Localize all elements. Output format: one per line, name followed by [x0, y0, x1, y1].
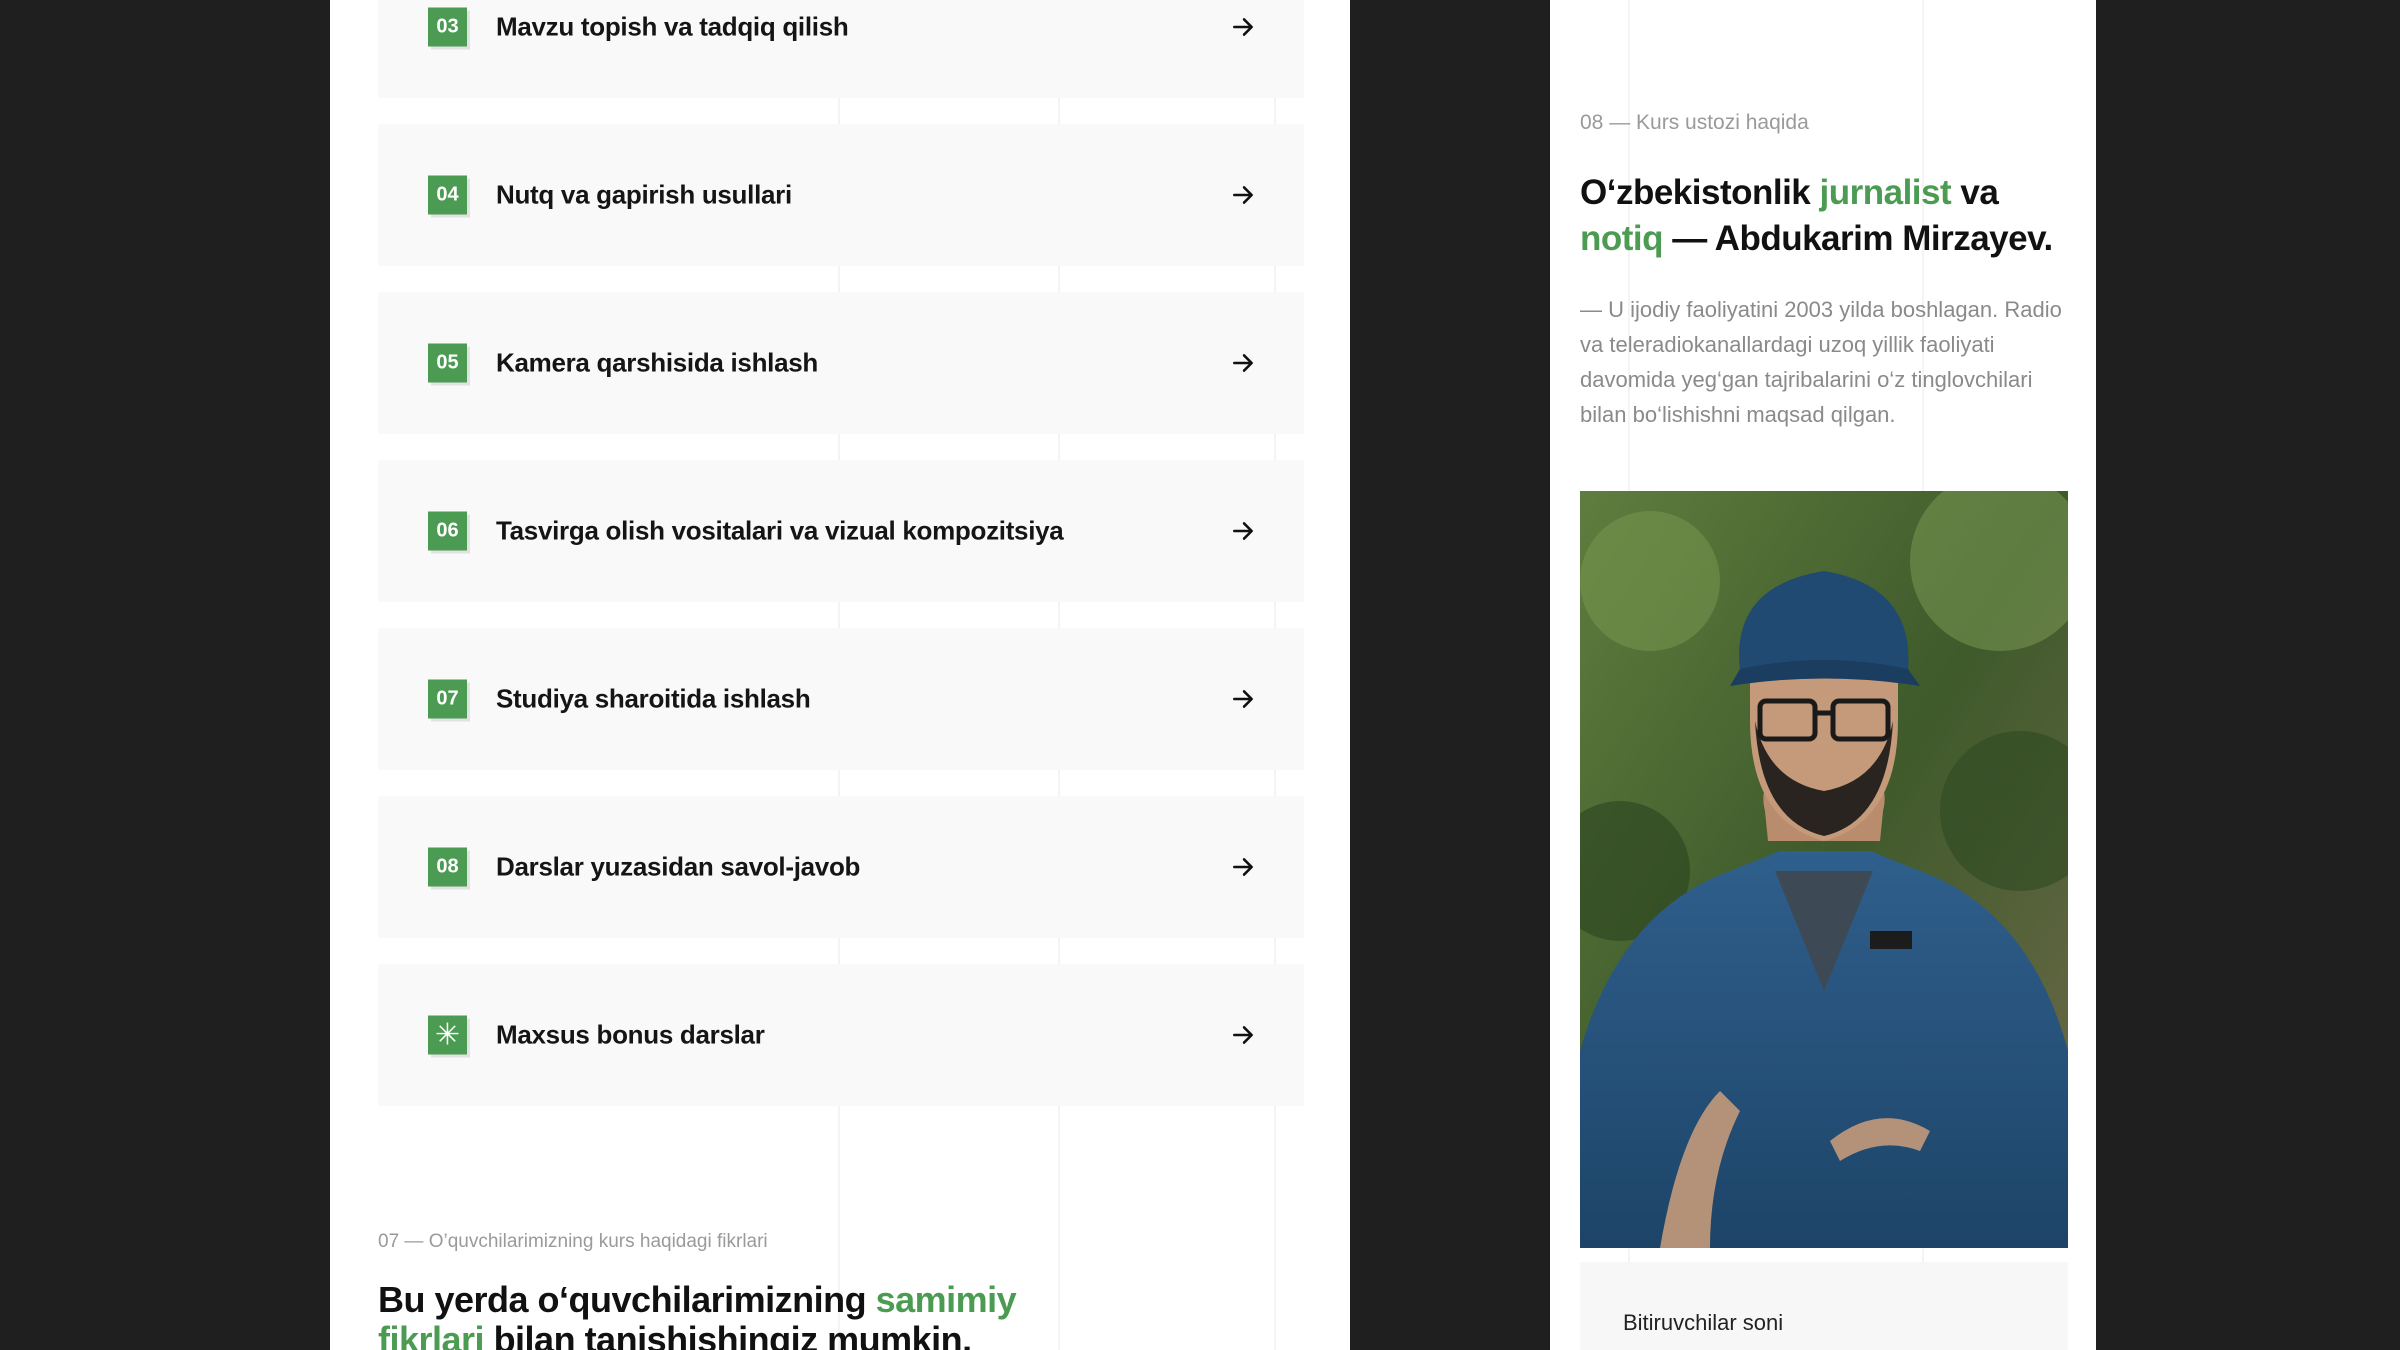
lesson-number-badge: 03: [428, 7, 467, 47]
lesson-title: Mavzu topish va tadqiq qilish: [496, 11, 849, 42]
lesson-title: Maxsus bonus darslar: [496, 1019, 765, 1050]
lesson-title: Tasvirga olish vositalari va vizual komp…: [496, 515, 1064, 546]
lesson-number-badge: 06: [428, 511, 467, 551]
lesson-list: 03 Mavzu topish va tadqiq qilish 04 Nutq…: [378, 0, 1304, 1132]
lesson-number-badge: 05: [428, 343, 467, 383]
lesson-title: Darslar yuzasidan savol-javob: [496, 851, 861, 882]
course-program-panel: 03 Mavzu topish va tadqiq qilish 04 Nutq…: [330, 0, 1350, 1350]
teacher-section-label: 08 — Kurs ustozi haqida: [1580, 111, 1809, 134]
arrow-right-icon[interactable]: [1230, 1022, 1256, 1048]
heading-highlight: notiq: [1580, 219, 1664, 258]
lesson-item[interactable]: 04 Nutq va gapirish usullari: [378, 124, 1304, 266]
teacher-heading: O‘zbekistonlik jurnalist va notiq — Abdu…: [1580, 170, 2080, 262]
heading-highlight: jurnalist: [1819, 173, 1952, 212]
lesson-item[interactable]: 08 Darslar yuzasidan savol-javob: [378, 796, 1304, 938]
stats-label: Bitiruvchilar soni: [1623, 1310, 1784, 1335]
arrow-right-icon[interactable]: [1230, 686, 1256, 712]
lesson-number-badge: 07: [428, 679, 467, 719]
reviews-section-label: 07 — O’quvchilarimizning kurs haqidagi f…: [378, 1231, 768, 1252]
lesson-item[interactable]: ✳ Maxsus bonus darslar: [378, 964, 1304, 1106]
lesson-item[interactable]: 07 Studiya sharoitida ishlash: [378, 628, 1304, 770]
heading-text: Bu yerda o‘quvchilarimizning: [378, 1279, 876, 1320]
lesson-item[interactable]: 03 Mavzu topish va tadqiq qilish: [378, 0, 1304, 98]
teacher-panel: 08 — Kurs ustozi haqida O‘zbekistonlik j…: [1550, 0, 2096, 1350]
arrow-right-icon[interactable]: [1230, 350, 1256, 376]
heading-text: bilan tanishishingiz mumkin.: [484, 1318, 973, 1350]
lesson-item[interactable]: 05 Kamera qarshisida ishlash: [378, 292, 1304, 434]
teacher-photo: [1580, 491, 2068, 1248]
arrow-right-icon[interactable]: [1230, 182, 1256, 208]
heading-text: va: [1951, 173, 1999, 212]
arrow-right-icon[interactable]: [1230, 14, 1256, 40]
teacher-portrait-illustration: [1580, 491, 2068, 1248]
lesson-number-badge: 08: [428, 847, 467, 887]
graduates-stats-card: Bitiruvchilar soni: [1580, 1262, 2068, 1350]
reviews-heading: Bu yerda o‘quvchilarimizning samimiy fik…: [378, 1280, 1078, 1350]
lesson-title: Kamera qarshisida ishlash: [496, 347, 818, 378]
lesson-number-badge: 04: [428, 175, 467, 215]
lesson-item[interactable]: 06 Tasvirga olish vositalari va vizual k…: [378, 460, 1304, 602]
lesson-number-badge: ✳: [428, 1015, 467, 1055]
heading-text: O‘zbekistonlik: [1580, 173, 1820, 212]
heading-text: — Abdukarim Mirzayev.: [1663, 219, 2053, 258]
lesson-title: Nutq va gapirish usullari: [496, 179, 792, 210]
lesson-title: Studiya sharoitida ishlash: [496, 683, 811, 714]
arrow-right-icon[interactable]: [1230, 518, 1256, 544]
teacher-bio: — U ijodiy faoliyatini 2003 yilda boshla…: [1580, 297, 2062, 427]
arrow-right-icon[interactable]: [1230, 854, 1256, 880]
